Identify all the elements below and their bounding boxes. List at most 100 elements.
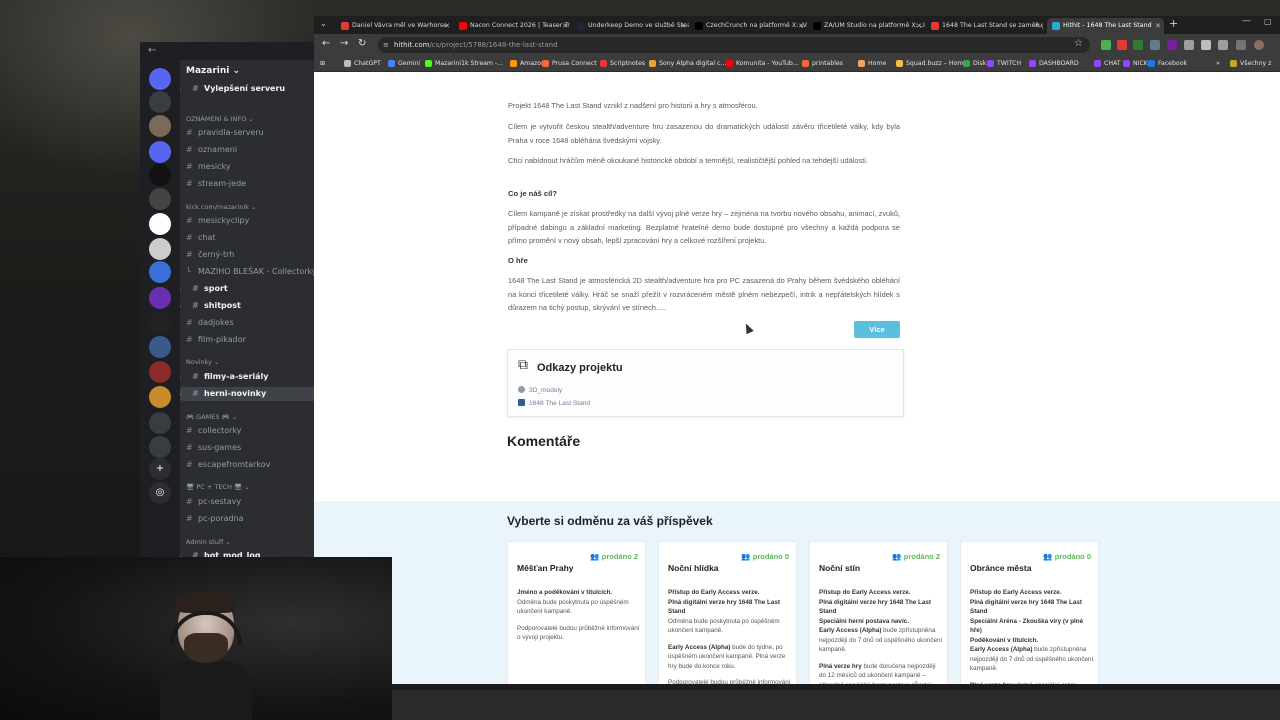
- tab-close-icon[interactable]: ✕: [798, 18, 804, 34]
- apps-icon[interactable]: ⊞: [320, 56, 325, 72]
- bookmark-star-icon[interactable]: ☆: [1074, 38, 1083, 49]
- channel-item[interactable]: └ MAZIHO BLEŠAK - Collectorky, Figurky: [180, 265, 316, 279]
- channel-item[interactable]: # pravidla-serveru: [180, 126, 316, 140]
- channel-item[interactable]: # oznameni: [180, 143, 316, 157]
- reload-button[interactable]: ↻: [358, 38, 366, 49]
- server-icon[interactable]: [149, 141, 171, 163]
- channel-item[interactable]: ▸ # sport: [180, 282, 316, 296]
- channel-category[interactable]: 🖥 PC + TECH 🖥 ⌄: [180, 480, 316, 494]
- tab-close-icon[interactable]: ✕: [562, 18, 568, 34]
- reward-card[interactable]: 👥 prodáno 2 Měšťan Prahy Jméno a poděkování…: [507, 541, 646, 684]
- tab-close-icon[interactable]: ✕: [1034, 18, 1040, 34]
- server-icon[interactable]: [149, 436, 171, 458]
- extension-icon[interactable]: [1117, 40, 1127, 50]
- link-facebook[interactable]: 1648 The Last Stand: [518, 399, 590, 407]
- browser-tab[interactable]: Hithit - 1648 The Last Stand ✕: [1047, 18, 1164, 34]
- browser-tab[interactable]: 1648 The Last Stand se zaměřuje ✕: [926, 18, 1043, 34]
- server-icon[interactable]: [149, 188, 171, 210]
- link-3d-models[interactable]: 3D_modely: [518, 386, 562, 394]
- extension-icon[interactable]: [1184, 40, 1194, 50]
- bookmark-item[interactable]: Mazarini1k Stream -...: [425, 56, 503, 72]
- server-icon[interactable]: [149, 412, 171, 434]
- channel-item[interactable]: # mesickyclipy: [180, 214, 316, 228]
- channel-item[interactable]: # pc-sestavy: [180, 495, 316, 509]
- channel-item[interactable]: ▸ # filmy-a-seriály: [180, 370, 316, 384]
- bookmark-item[interactable]: NICK: [1123, 56, 1148, 72]
- tab-close-icon[interactable]: ✕: [916, 18, 922, 34]
- channel-item[interactable]: # dadjokes: [180, 316, 316, 330]
- extension-icon[interactable]: [1101, 40, 1111, 50]
- channel-item[interactable]: # stream-jede: [180, 177, 316, 191]
- browser-tab[interactable]: Nacon Connect 2026 | Teaser Tr ✕: [454, 18, 571, 34]
- tab-close-icon[interactable]: ✕: [680, 18, 686, 34]
- all-bookmarks-folder[interactable]: Všechny z: [1230, 56, 1271, 72]
- extensions-puzzle-icon[interactable]: [1218, 40, 1228, 50]
- back-button[interactable]: ←: [322, 38, 330, 49]
- extension-icon[interactable]: [1133, 40, 1143, 50]
- bookmark-item[interactable]: Home: [858, 56, 886, 72]
- site-info-icon[interactable]: ≡: [383, 41, 389, 49]
- browser-tab[interactable]: CzechCrunch na platformě X: „Vá ✕: [690, 18, 807, 34]
- add-server-icon[interactable]: +: [149, 458, 171, 480]
- browser-tab[interactable]: ZA/UM Studio na platformě X: „I ✕: [808, 18, 925, 34]
- channel-item[interactable]: # černý-trh: [180, 248, 316, 262]
- new-tab-button[interactable]: +: [1169, 17, 1178, 30]
- reward-card[interactable]: 👥 prodáno 0 Obránce města Přístup do Early …: [960, 541, 1099, 684]
- bookmark-item[interactable]: Squad.buzz – Home: [896, 56, 967, 72]
- channel-item[interactable]: # sus-games: [180, 441, 316, 455]
- tab-close-icon[interactable]: ✕: [1155, 18, 1161, 34]
- channel-category[interactable]: kick.com/mazarinik ⌄: [180, 200, 316, 214]
- extension-icon[interactable]: [1201, 40, 1211, 50]
- bookmarks-overflow-icon[interactable]: »: [1216, 56, 1220, 72]
- discord-home-icon[interactable]: [149, 68, 171, 90]
- server-icon[interactable]: [149, 238, 171, 260]
- tab-search-icon[interactable]: ⌄: [320, 19, 327, 28]
- channel-item[interactable]: # chat: [180, 231, 316, 245]
- channel-category[interactable]: OZNÁMENÍ & INFO ⌄: [180, 112, 316, 126]
- bookmark-item[interactable]: ChatGPT: [344, 56, 381, 72]
- server-icon[interactable]: [149, 261, 171, 283]
- server-icon[interactable]: [149, 115, 171, 137]
- channel-item[interactable]: # collectorky: [180, 424, 316, 438]
- server-icon[interactable]: [149, 361, 171, 383]
- reward-card[interactable]: 👥 prodáno 0 Noční hlídka Přístup do Early A…: [658, 541, 797, 684]
- bookmark-item[interactable]: Prusa Connect: [542, 56, 597, 72]
- tab-close-icon[interactable]: ✕: [444, 18, 450, 34]
- bookmark-item[interactable]: printables: [802, 56, 843, 72]
- bookmark-item[interactable]: TWITCH: [987, 56, 1021, 72]
- channel-item[interactable]: ▸ # shitpost: [180, 299, 316, 313]
- channel-item[interactable]: ▸ # herni-novinky: [180, 387, 316, 401]
- browser-tab[interactable]: Underkeep Demo ve službě Steam ✕: [572, 18, 689, 34]
- address-bar[interactable]: ≡ hithit.com/cs/project/5788/1648-the-la…: [378, 37, 1090, 53]
- channel-category[interactable]: 🎮 GAMES 🎮 ⌄: [180, 410, 316, 424]
- url-text[interactable]: hithit.com/cs/project/5788/1648-the-last…: [394, 37, 558, 53]
- bookmark-item[interactable]: DASHBOARD: [1029, 56, 1079, 72]
- extension-icon[interactable]: [1167, 40, 1177, 50]
- bookmark-item[interactable]: Sony Alpha digital c...: [649, 56, 726, 72]
- bookmark-item[interactable]: Facebook: [1148, 56, 1187, 72]
- bookmark-item[interactable]: Disk: [963, 56, 986, 72]
- maximize-icon[interactable]: ▢: [1264, 17, 1272, 26]
- more-button[interactable]: Více: [854, 321, 900, 338]
- server-icon[interactable]: [149, 312, 171, 334]
- channel-item[interactable]: ▸ # Vylepšení serveru: [180, 82, 316, 96]
- browser-tab[interactable]: Daniel Vávra měl ve Warhorse ✕: [336, 18, 453, 34]
- reward-card[interactable]: 👥 prodáno 2 Noční stín Přístup do Early Acc…: [809, 541, 948, 684]
- download-icon[interactable]: [1236, 40, 1246, 50]
- server-icon[interactable]: [149, 386, 171, 408]
- forward-button[interactable]: →: [340, 38, 348, 49]
- channel-item[interactable]: # pc-poradna: [180, 512, 316, 526]
- bookmark-item[interactable]: Gemini: [388, 56, 420, 72]
- back-arrow-icon[interactable]: ←: [148, 45, 156, 56]
- channel-category[interactable]: Novinky ⌄: [180, 355, 316, 369]
- bookmark-item[interactable]: Komunita - YouTub...: [726, 56, 799, 72]
- bookmark-item[interactable]: Amazon: [510, 56, 545, 72]
- server-icon[interactable]: [149, 164, 171, 186]
- profile-avatar[interactable]: [1254, 40, 1264, 50]
- server-icon[interactable]: [149, 91, 171, 113]
- extension-icon[interactable]: [1150, 40, 1160, 50]
- minimize-icon[interactable]: —: [1242, 16, 1251, 26]
- channel-item[interactable]: # mesicky: [180, 160, 316, 174]
- bookmark-item[interactable]: Scriptnotes: [600, 56, 645, 72]
- server-icon[interactable]: [149, 287, 171, 309]
